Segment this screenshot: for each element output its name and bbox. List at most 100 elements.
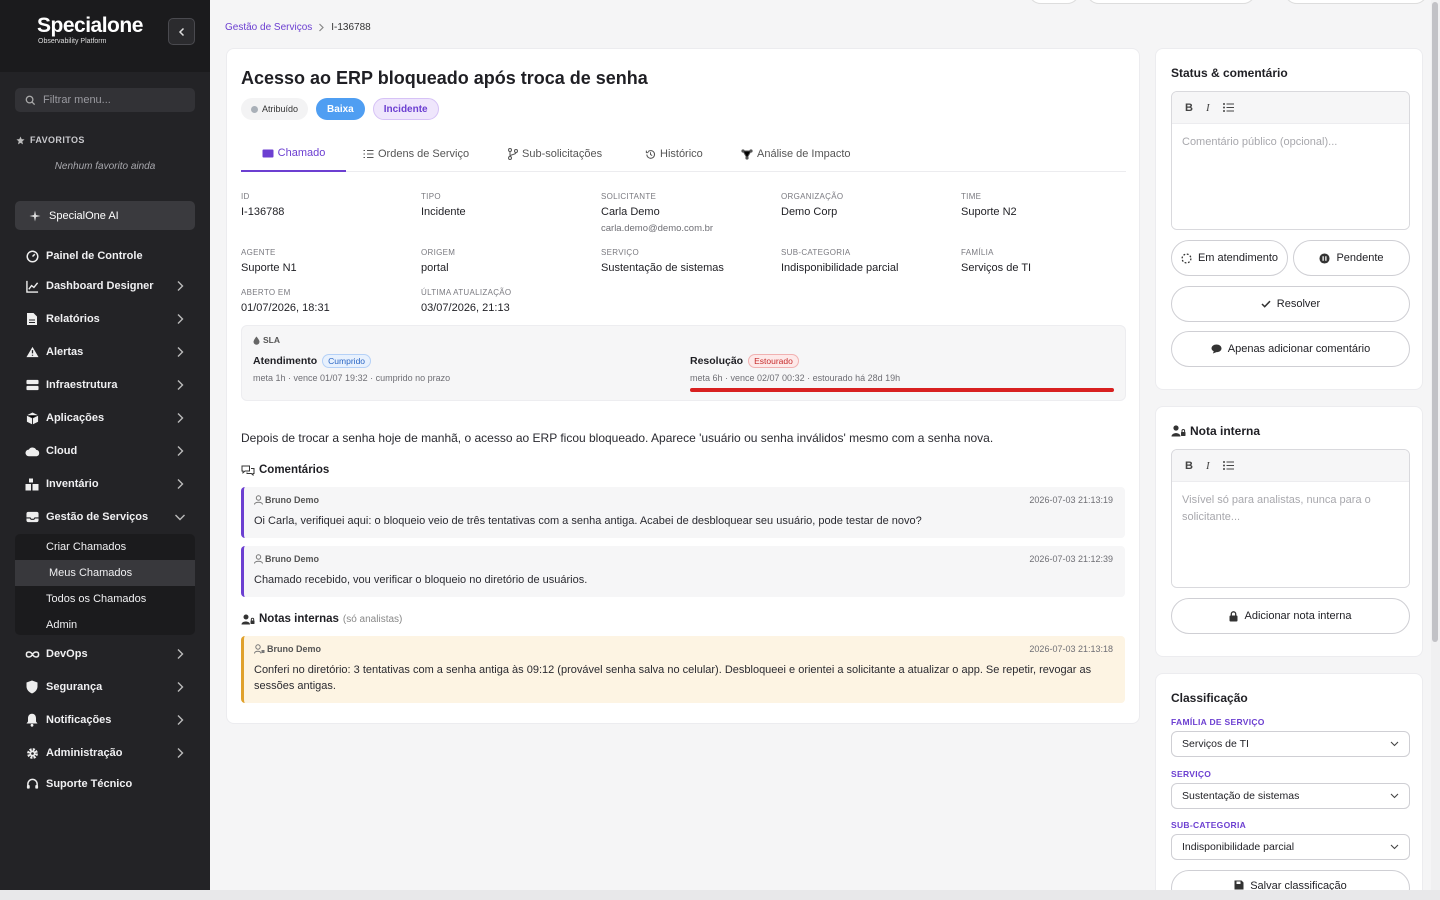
add-internal-note-button[interactable]: Adicionar nota interna [1171,598,1410,634]
nav-item-devops[interactable]: DevOps [0,640,210,668]
classification-panel: Classificação FAMÍLIA DE SERVIÇO Serviço… [1155,673,1423,900]
tab-analise-de-impacto[interactable]: Análise de Impacto [741,136,851,172]
submenu-gestao-de-servicos: Criar Chamados Meus Chamados Todos os Ch… [15,534,195,635]
note-author: Bruno Demo [254,644,321,654]
submenu-item-todos-os-chamados[interactable]: Todos os Chamados [15,586,195,612]
user-menu[interactable] [1284,0,1428,4]
ticket-card: Acesso ao ERP bloqueado após troca de se… [226,48,1140,724]
inbox-icon [25,511,39,523]
nav-label: Administração [46,747,123,759]
resolver-button[interactable]: Resolver [1171,286,1410,322]
pendente-button[interactable]: Pendente [1293,240,1410,276]
nav-item-gestao-de-servicos[interactable]: Gestão de Serviços [0,503,210,531]
requester-email[interactable]: carla.demo@demo.com.br [601,223,771,234]
infinity-icon [25,650,39,658]
file-icon [27,313,37,325]
scrollbar-thumb[interactable] [1432,2,1438,642]
submenu-item-meus-chamados[interactable]: Meus Chamados [15,560,195,586]
drop-icon [253,336,260,345]
public-comment-input[interactable] [1172,124,1409,229]
familia-select[interactable]: Serviços de TI [1171,731,1410,757]
internal-note-item: Bruno Demo 2026-07-03 21:13:18 Conferi n… [241,636,1125,703]
italic-icon[interactable]: I [1206,460,1210,472]
specialone-ai-button[interactable]: SpecialOne AI [15,201,195,230]
subcategoria-label: SUB-CATEGORIA [1171,820,1247,830]
nav-item-suporte-tecnico[interactable]: Suporte Técnico [0,770,210,798]
check-icon [1261,300,1271,308]
status-panel: Status & comentário B I Em atendimento P… [1155,48,1423,390]
sparkle-icon [29,210,41,221]
nav-label: Painel de Controle [46,250,143,262]
field-label: SUB-CATEGORIA [781,248,851,257]
horizontal-scrollbar[interactable] [0,890,1440,900]
nav-item-relatorios[interactable]: Relatórios [0,305,210,333]
bold-icon[interactable]: B [1185,460,1193,472]
nav-item-inventario[interactable]: Inventário [0,470,210,498]
servico-select-value: Sustentação de sistemas [1182,790,1300,802]
italic-icon[interactable]: I [1206,102,1210,114]
em-atendimento-button[interactable]: Em atendimento [1171,240,1288,276]
field-value: Carla Demo [601,206,660,218]
field-subcategoria: SUB-CATEGORIA Indisponibilidade parcial [781,248,951,274]
field-label: AGENTE [241,248,276,257]
nav-item-seguranca[interactable]: Segurança [0,673,210,701]
internal-notes-title: Notas internas [259,613,339,625]
internal-note-input[interactable] [1172,482,1409,587]
chevron-right-icon [177,682,184,692]
chevron-right-icon [319,23,325,32]
comment-timestamp: 2026-07-03 21:12:39 [1029,554,1113,564]
sla-atendimento-meta: meta 1h · vence 01/07 19:32 · cumprido n… [253,373,451,383]
gauge-icon [25,249,39,263]
bold-icon[interactable]: B [1185,102,1193,114]
comment-author-name: Bruno Demo [265,554,319,564]
nav-item-dashboard-designer[interactable]: Dashboard Designer [0,272,210,300]
comment-icon [1211,344,1222,354]
field-time: TIME Suporte N2 [961,192,1131,218]
chevron-down-icon [1390,793,1399,799]
field-label: ORIGEM [421,248,456,257]
list-check-icon [363,149,374,159]
sla-resolucao-status: Estourado [748,354,799,368]
breadcrumb-link-gestao[interactable]: Gestão de Serviços [225,22,312,33]
nav-item-aplicacoes[interactable]: Aplicações [0,404,210,432]
nav-item-cloud[interactable]: Cloud [0,437,210,465]
user-icon [254,495,263,505]
list-icon[interactable] [1222,461,1234,470]
chevron-down-icon [1390,844,1399,850]
header-search[interactable] [1086,0,1256,4]
list-icon[interactable] [1222,103,1234,112]
field-servico: SERVIÇO Sustentação de sistemas [601,248,771,274]
chevron-right-icon [177,446,184,456]
submenu-item-admin[interactable]: Admin [15,612,195,638]
tab-chamado[interactable]: Chamado [241,136,346,172]
menu-filter-input[interactable] [43,94,183,106]
ticket-title: Acesso ao ERP bloqueado após troca de se… [241,68,648,88]
nav-item-painel-de-controle[interactable]: Painel de Controle [0,242,210,270]
field-origem: ORIGEM portal [421,248,591,274]
sla-heading: SLA [253,335,280,345]
favorites-empty: Nenhum favorito ainda [54,161,156,172]
servico-select[interactable]: Sustentação de sistemas [1171,783,1410,809]
subcategoria-select[interactable]: Indisponibilidade parcial [1171,834,1410,860]
nav-item-administracao[interactable]: Administração [0,739,210,767]
pause-icon [1319,252,1330,264]
tab-historico[interactable]: Histórico [645,136,703,172]
user-lock-icon [254,644,265,654]
ticket-badges: Atribuído Baixa Incidente [241,98,439,120]
chevron-down-icon [175,514,185,521]
note-author-name: Bruno Demo [267,644,321,654]
submenu-item-criar-chamados[interactable]: Criar Chamados [15,534,195,560]
field-label: ID [241,192,250,201]
nav-item-alertas[interactable]: Alertas [0,338,210,366]
add-comment-button[interactable]: Apenas adicionar comentário [1171,331,1410,367]
tab-ordens-de-servico[interactable]: Ordens de Serviço [363,136,469,172]
comments-heading: Comentários [241,464,329,476]
header-control[interactable] [1028,0,1080,4]
warning-icon [25,346,39,358]
field-label: ÚLTIMA ATUALIZAÇÃO [421,288,512,297]
collapse-sidebar-button[interactable] [168,18,195,45]
nav-item-infraestrutura[interactable]: Infraestrutura [0,371,210,399]
tab-sub-solicitacoes[interactable]: Sub-solicitações [508,136,602,172]
nav-item-notificacoes[interactable]: Notificações [0,706,210,734]
field-label: FAMÍLIA [961,248,994,257]
